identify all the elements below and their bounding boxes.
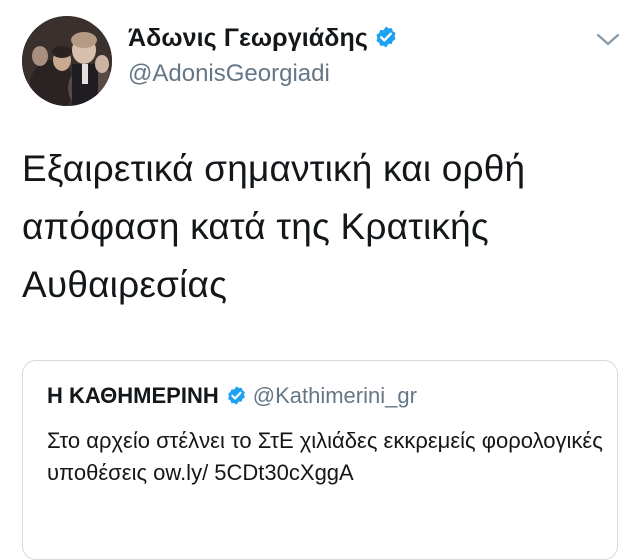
chevron-down-icon[interactable] bbox=[596, 30, 620, 50]
quoted-tweet-card[interactable]: Η ΚΑΘΗΜΕΡΙΝΗ @Kathimerini_gr Στο αρχείο σ… bbox=[22, 360, 618, 560]
quoted-author-name: Η ΚΑΘΗΜΕΡΙΝΗ bbox=[47, 383, 219, 408]
quoted-author-handle: @Kathimerini_gr bbox=[252, 383, 417, 408]
author-name[interactable]: Άδωνις Γεωργιάδης bbox=[128, 24, 398, 56]
verified-badge-icon bbox=[374, 25, 398, 56]
avatar-photo bbox=[22, 16, 112, 106]
author-handle[interactable]: @AdonisGeorgiadi bbox=[128, 60, 330, 88]
author-avatar[interactable] bbox=[22, 16, 112, 106]
tweet-text: Εξαιρετικά σημαντική και ορθή απόφαση κα… bbox=[22, 148, 526, 305]
quoted-tweet-text: Στο αρχείο στέλνει το ΣτΕ χιλιάδες εκκρε… bbox=[47, 428, 603, 485]
quoted-tweet-header: Η ΚΑΘΗΜΕΡΙΝΗ @Kathimerini_gr bbox=[47, 383, 417, 412]
author-name-text: Άδωνις Γεωργιάδης bbox=[128, 24, 368, 52]
quoted-verified-badge-icon bbox=[226, 385, 247, 412]
